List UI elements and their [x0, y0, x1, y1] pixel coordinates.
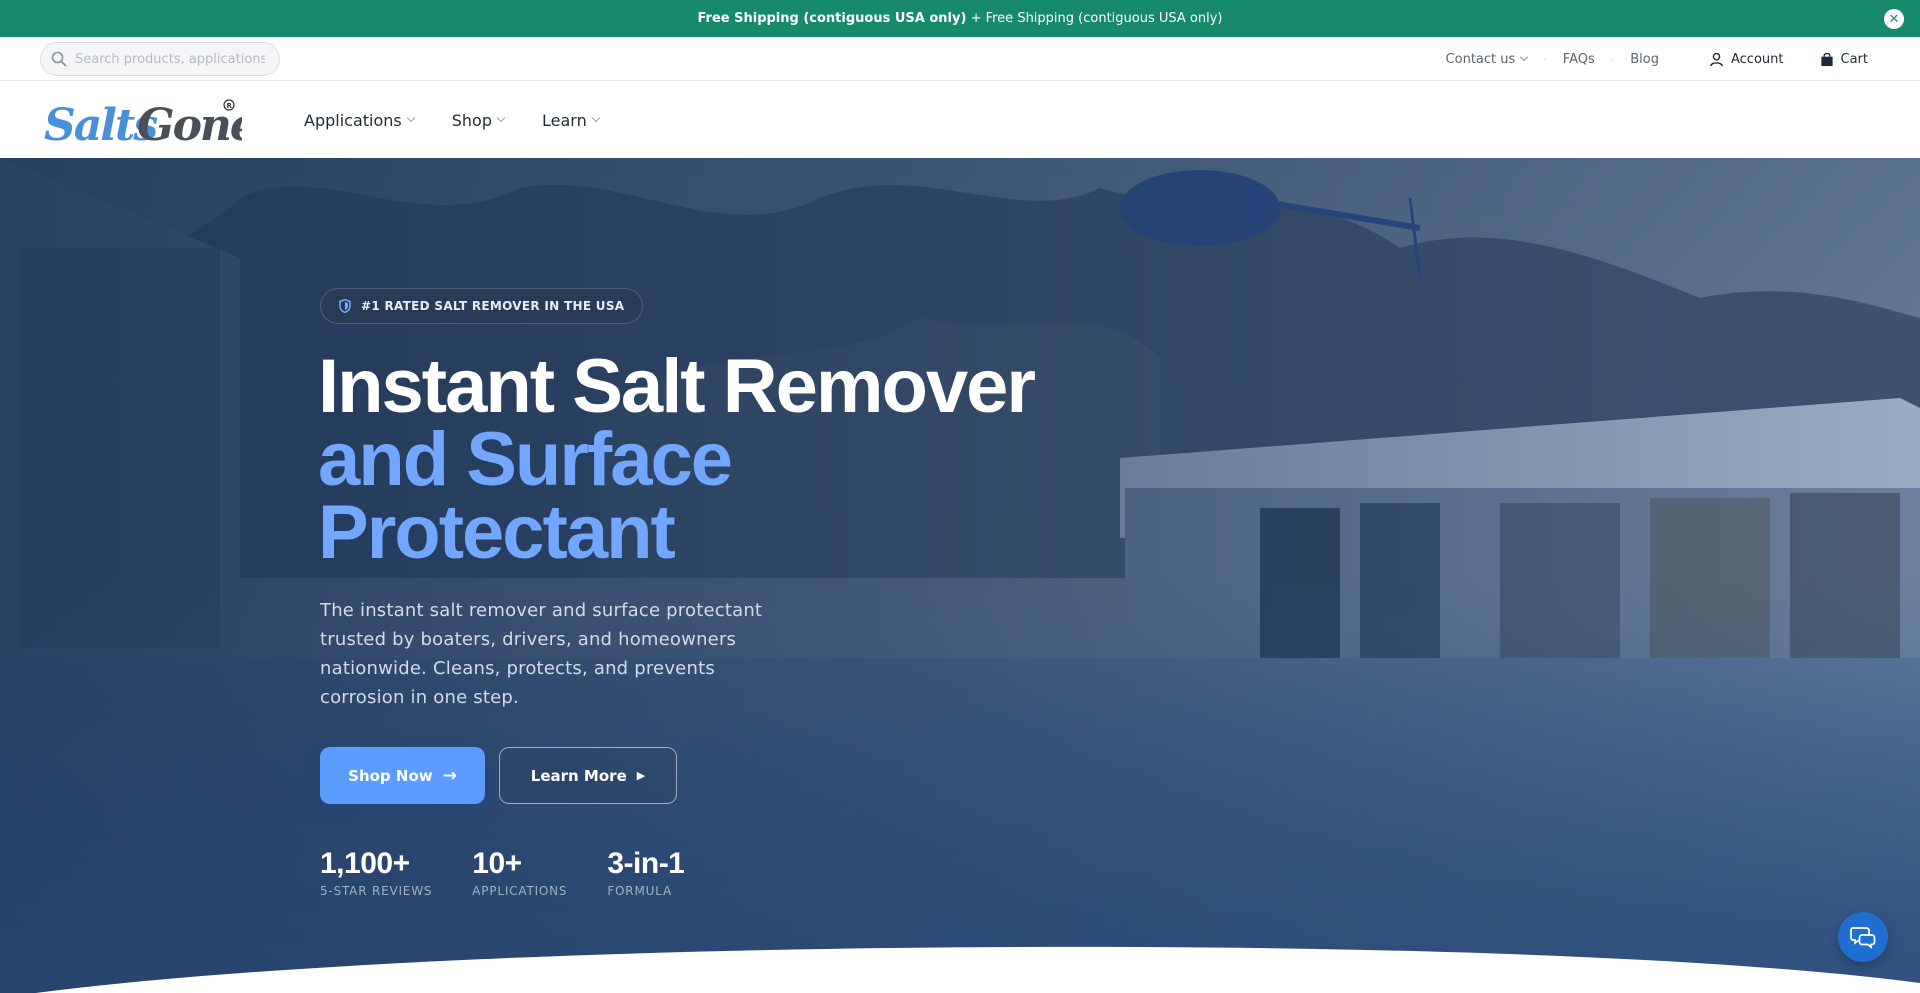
blog-link[interactable]: Blog [1630, 52, 1659, 67]
search-icon [51, 51, 67, 67]
main-navigation: Salts Gone R Applications Shop Learn [0, 82, 1920, 158]
nav-menu: Applications Shop Learn [304, 82, 637, 158]
play-icon: ▶ [636, 769, 646, 782]
search-input[interactable] [75, 51, 265, 67]
announcement-bar: Free Shipping (contiguous USA only) + Fr… [0, 0, 1920, 37]
chevron-down-icon [496, 113, 506, 123]
svg-text:R: R [227, 102, 233, 110]
shop-now-button[interactable]: Shop Now → [320, 747, 485, 804]
hero-title-line2: and Surface Protectant [318, 417, 733, 575]
chevron-down-icon [591, 113, 600, 123]
stat-formula: 3-in-1 FORMULA [607, 847, 685, 899]
bag-icon [1820, 52, 1833, 66]
shield-icon [339, 299, 351, 313]
user-icon [1710, 52, 1723, 66]
stat-label: APPLICATIONS [472, 884, 568, 898]
arrow-right-icon: → [442, 765, 457, 786]
hero-wave-divider [36, 946, 1920, 993]
learn-more-button[interactable]: Learn More ▶ [499, 747, 677, 804]
rating-badge: #1 RATED SALT REMOVER IN THE USA [320, 288, 644, 324]
announcement-text: Free Shipping (contiguous USA only) + Fr… [697, 11, 1223, 26]
close-icon[interactable]: ✕ [1884, 9, 1904, 29]
stat-value: 10+ [472, 847, 522, 880]
hero-title-line1: Instant Salt Remover [318, 344, 1036, 429]
stat-value: 3-in-1 [607, 847, 685, 880]
search-box[interactable] [40, 42, 280, 76]
nav-item-applications[interactable]: Applications [304, 111, 415, 130]
chat-icon [1850, 927, 1876, 949]
divider: · [1610, 52, 1615, 66]
divider: · [1543, 52, 1547, 66]
chat-widget-button[interactable] [1838, 912, 1888, 962]
stat-applications: 10+ APPLICATIONS [472, 847, 568, 899]
hero-stats: 1,100+ 5-STAR REVIEWS 10+ APPLICATIONS 3… [320, 847, 724, 899]
chevron-down-icon [1520, 52, 1529, 62]
stat-value: 1,100+ [320, 847, 410, 880]
faqs-link[interactable]: FAQs [1563, 52, 1595, 67]
hero-background-image [0, 158, 1920, 993]
hero-section: #1 RATED SALT REMOVER IN THE USA Instant… [0, 158, 1920, 993]
utility-bar: Contact us · FAQs · Blog Account Cart [0, 37, 1920, 81]
cart-link[interactable]: Cart [1820, 52, 1868, 67]
contact-us-link[interactable]: Contact us [1446, 52, 1529, 67]
stat-reviews: 1,100+ 5-STAR REVIEWS [320, 847, 433, 899]
stat-label: 5-STAR REVIEWS [320, 884, 433, 898]
chevron-down-icon [406, 113, 415, 123]
account-link[interactable]: Account [1709, 52, 1784, 67]
hero-title: Instant Salt Remover and Surface Protect… [318, 344, 1036, 575]
nav-item-shop[interactable]: Shop [452, 111, 506, 130]
utility-links: Contact us · FAQs · Blog Account Cart [1446, 37, 1868, 81]
hero-description: The instant salt remover and surface pro… [320, 600, 763, 708]
nav-item-learn[interactable]: Learn [542, 111, 600, 130]
stat-label: FORMULA [607, 884, 672, 898]
logo[interactable]: Salts Gone R [42, 90, 259, 151]
